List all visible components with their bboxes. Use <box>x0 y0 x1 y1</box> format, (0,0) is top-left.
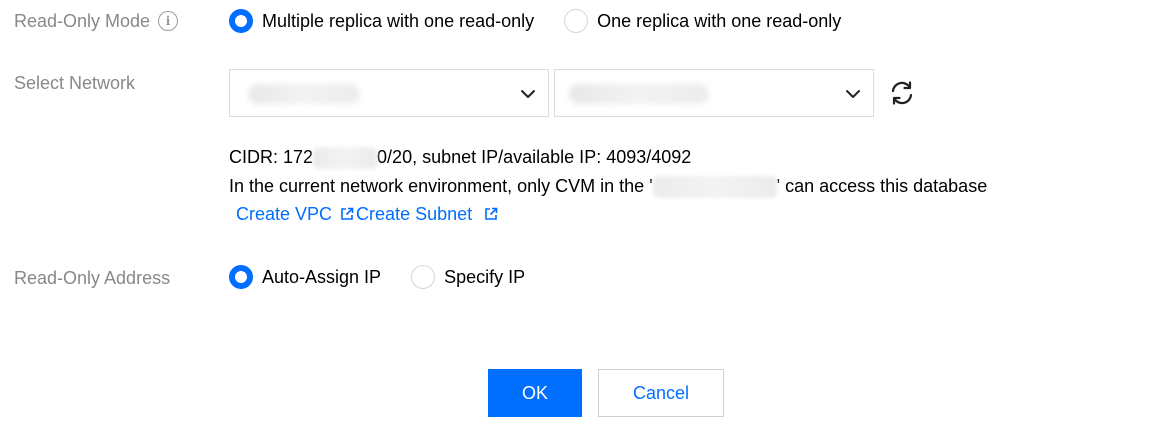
cidr-redacted <box>313 147 378 170</box>
readonly-address-radio-group: Auto-Assign IP Specify IP <box>229 265 525 289</box>
radio-button-unchecked[interactable] <box>564 9 589 33</box>
radio-option-specify-ip[interactable]: Specify IP <box>411 265 525 289</box>
vpc-select-value-redacted <box>248 84 360 104</box>
subnet-select-value-redacted <box>569 84 709 104</box>
readonly-mode-radio-group: Multiple replica with one read-only One … <box>229 9 841 33</box>
radio-option-multiple-replica[interactable]: Multiple replica with one read-only <box>229 9 534 33</box>
readonly-address-label-text: Read-Only Address <box>14 268 171 288</box>
cidr-info: CIDR: 172 0/20, subnet IP/available IP: 4… <box>229 145 692 170</box>
create-subnet-link[interactable]: Create Subnet <box>356 202 472 226</box>
external-link-icon[interactable] <box>484 207 498 221</box>
radio-button-checked[interactable] <box>229 9 253 33</box>
external-link-icon[interactable] <box>340 207 354 221</box>
radio-option-auto-assign-ip[interactable]: Auto-Assign IP <box>229 265 381 289</box>
env-prefix: In the current network environment, only… <box>229 176 653 196</box>
vpc-select[interactable] <box>229 69 549 117</box>
subnet-select[interactable] <box>554 69 874 117</box>
refresh-icon[interactable] <box>888 79 916 107</box>
radio-button-unchecked[interactable] <box>411 265 436 289</box>
readonly-mode-label-text: Read-Only Mode <box>14 11 151 31</box>
radio-label-multiple-replica: Multiple replica with one read-only <box>262 11 535 31</box>
cidr-suffix: 0/20, subnet IP/available IP: 4093/4092 <box>377 147 692 167</box>
radio-label-one-replica: One replica with one read-only <box>597 11 842 31</box>
readonly-address-label: Read-Only Address <box>14 266 170 290</box>
network-env-info: In the current network environment, only… <box>229 174 988 199</box>
create-vpc-link[interactable]: Create VPC <box>236 202 332 226</box>
chevron-down-icon <box>846 90 860 98</box>
select-network-label: Select Network <box>14 71 135 95</box>
network-links: Create VPC Create Subnet <box>236 202 502 226</box>
chevron-down-icon <box>521 90 535 98</box>
cancel-button[interactable]: Cancel <box>598 369 724 417</box>
info-circle-icon[interactable]: i <box>158 11 179 31</box>
radio-label-auto-assign-ip: Auto-Assign IP <box>262 267 382 287</box>
radio-option-one-replica[interactable]: One replica with one read-only <box>564 9 841 33</box>
ok-button[interactable]: OK <box>488 369 582 417</box>
readonly-mode-label: Read-Only Mode i <box>14 9 179 33</box>
cidr-prefix: CIDR: 172 <box>229 147 314 167</box>
radio-label-specify-ip: Specify IP <box>444 267 526 287</box>
env-suffix: ' can access this database <box>776 176 988 196</box>
vpc-name-redacted <box>652 176 777 199</box>
radio-button-checked[interactable] <box>229 265 253 289</box>
select-network-label-text: Select Network <box>14 73 136 93</box>
